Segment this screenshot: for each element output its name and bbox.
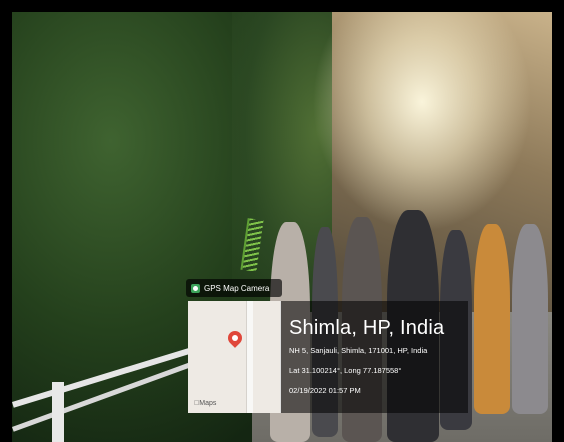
location-pin-icon bbox=[225, 328, 245, 348]
person bbox=[474, 224, 510, 414]
photo-frame: GPS Map Camera Maps Shimla, HP, India N… bbox=[0, 0, 564, 442]
coordinates: Lat 31.100214°, Long 77.187558° bbox=[289, 366, 402, 375]
gps-overlay-card: Maps Shimla, HP, India NH 5, Sanjauli, … bbox=[188, 301, 468, 413]
sun-glare bbox=[312, 12, 532, 232]
maps-logo: Maps bbox=[194, 400, 216, 407]
map-road bbox=[246, 301, 253, 413]
gps-info: Shimla, HP, India NH 5, Sanjauli, Shimla… bbox=[281, 301, 468, 413]
mini-map: Maps bbox=[188, 301, 281, 413]
address: NH 5, Sanjauli, Shimla, 171001, HP, Indi… bbox=[289, 346, 428, 355]
badge-label: GPS Map Camera bbox=[204, 283, 270, 293]
camera-icon bbox=[191, 283, 200, 293]
place-name: Shimla, HP, India bbox=[289, 317, 445, 339]
railing-post bbox=[52, 382, 64, 442]
gps-camera-badge: GPS Map Camera bbox=[186, 279, 282, 297]
datetime: 02/19/2022 01:57 PM bbox=[289, 386, 361, 395]
person bbox=[512, 224, 548, 414]
